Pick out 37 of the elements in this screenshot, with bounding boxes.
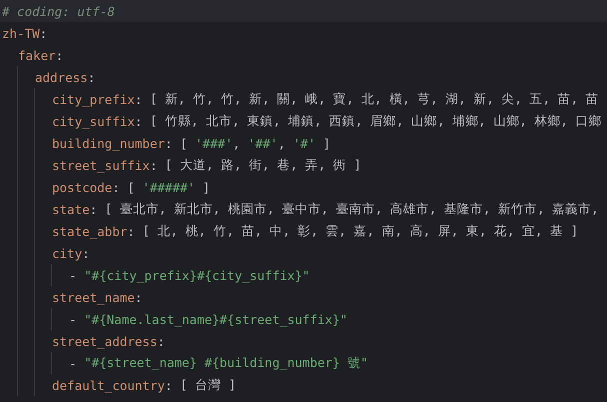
- yaml-key: state_abbr:: [52, 224, 135, 238]
- yaml-key: building_number:: [52, 136, 172, 150]
- yaml-value: [ 竹縣, 北市, 東鎮, 埔鎮, 西鎮, 眉鄉, 山鄉, 埔鄉, 山鄉, 林鄉, 口鄉: [150, 112, 602, 130]
- yaml-value: [ 新, 竹, 竹, 新, 關, 峨, 寶, 北, 橫, 芎, 湖, 新, 尖, 五, 苗, 苗: [150, 90, 599, 108]
- list-dash: -: [69, 312, 77, 326]
- yaml-string: '##': [248, 136, 278, 150]
- yaml-string: "#{street_name} #{building_number} 號": [84, 354, 368, 372]
- yaml-key: city_prefix:: [52, 92, 142, 106]
- yaml-value: [ 臺北市, 新北市, 桃園市, 臺中市, 臺南市, 高雄市, 基隆市, 新竹市, 嘉義市,: [104, 200, 599, 218]
- yaml-key: street_suffix:: [52, 158, 158, 172]
- yaml-string: '#####': [142, 180, 196, 194]
- yaml-string: '#': [292, 136, 316, 150]
- yaml-key: postcode:: [52, 180, 120, 194]
- yaml-value: [: [180, 136, 188, 150]
- yaml-value: [ 北, 桃, 竹, 苗, 中, 彰, 雲, 嘉, 南, 高, 屏, 東, 花, 宜, 基 ]: [142, 222, 578, 240]
- yaml-key: city:: [52, 246, 90, 260]
- yaml-value: ,: [278, 136, 286, 150]
- yaml-string: "#{city_prefix}#{city_suffix}": [84, 268, 310, 282]
- yaml-value: ,: [232, 136, 242, 150]
- yaml-key: default_country:: [52, 378, 172, 392]
- yaml-string: "#{Name.last_name}#{street_suffix}": [84, 312, 348, 326]
- yaml-key: zh-TW:: [2, 26, 48, 40]
- yaml-key: state:: [52, 202, 98, 216]
- list-dash: -: [69, 268, 77, 282]
- yaml-string: '###': [195, 136, 233, 150]
- yaml-key: street_name:: [52, 290, 142, 304]
- yaml-key: city_suffix:: [52, 114, 142, 128]
- yaml-key: faker:: [18, 48, 64, 62]
- list-dash: -: [69, 356, 77, 370]
- yaml-value: [ 大道, 路, 街, 巷, 弄, 衖 ]: [164, 156, 362, 174]
- yaml-value: [ 台灣 ]: [180, 376, 236, 394]
- yaml-value: ]: [202, 180, 210, 194]
- yaml-key: address:: [35, 70, 96, 84]
- yaml-key: street_address:: [52, 334, 165, 348]
- yaml-value: ]: [322, 136, 331, 150]
- code-comment: # coding: utf-8: [2, 4, 115, 18]
- yaml-value: [: [127, 180, 136, 194]
